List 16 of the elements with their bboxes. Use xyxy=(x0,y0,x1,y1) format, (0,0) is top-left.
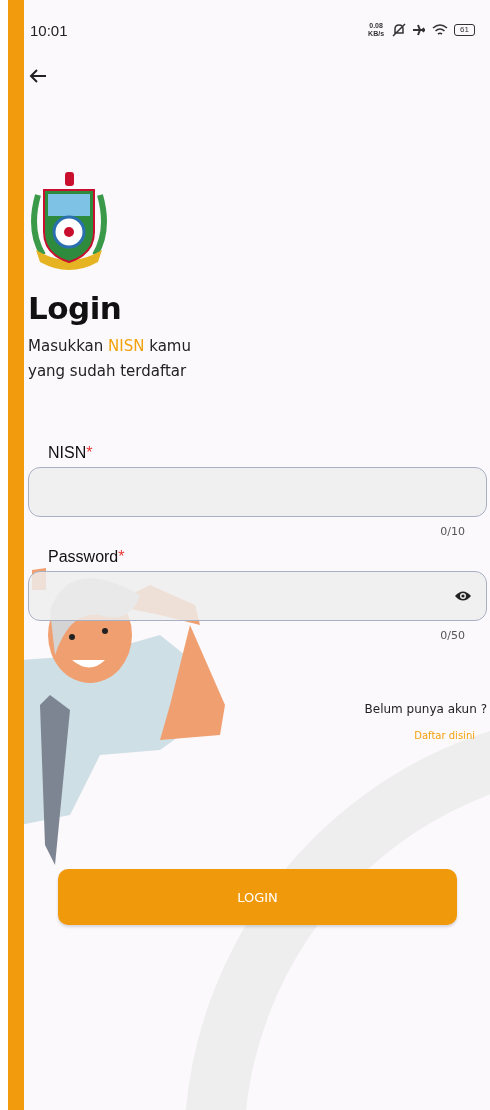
wifi-icon xyxy=(432,23,449,37)
character-counter: 0/50 xyxy=(440,629,465,642)
field-label: Password* xyxy=(48,548,125,566)
subtitle-text: Masukkan NISN kamu yang sudah terdaftar xyxy=(28,336,192,382)
field-label: NISN* xyxy=(48,444,93,462)
battery-level: 61 xyxy=(454,24,475,36)
login-button[interactable]: LOGIN xyxy=(58,869,457,925)
character-counter: 0/10 xyxy=(440,525,465,538)
status-time: 10:01 xyxy=(30,21,68,39)
register-link[interactable]: Daftar disini xyxy=(414,730,475,741)
password-field[interactable] xyxy=(28,571,487,621)
eye-icon[interactable] xyxy=(454,590,472,602)
airplane-icon xyxy=(412,23,427,37)
page-title: Login xyxy=(28,290,123,326)
input-field[interactable] xyxy=(28,467,487,517)
register-prompt: Belum punya akun ? xyxy=(364,702,487,716)
